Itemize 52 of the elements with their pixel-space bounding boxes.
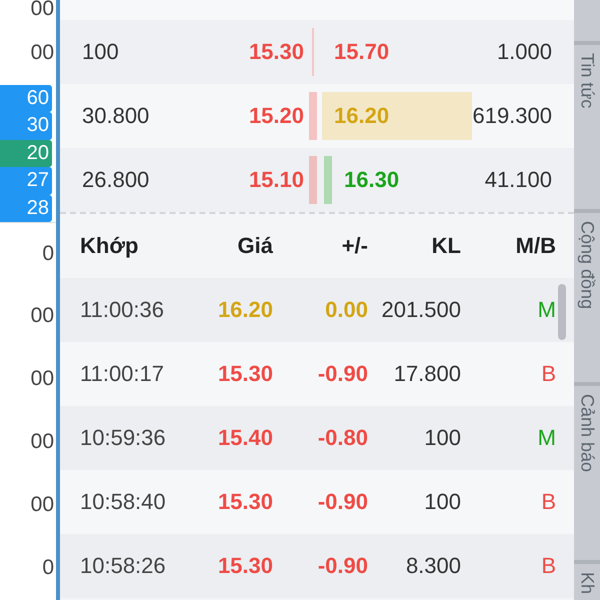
trade-side: M: [536, 297, 556, 323]
trade-time: 10:58:40: [80, 489, 167, 515]
trade-side: B: [540, 553, 556, 579]
trade-price: 15.30: [216, 489, 273, 515]
bid-volume: 100: [82, 39, 120, 65]
side-tab[interactable]: Cảnh báo: [574, 382, 600, 560]
price-change: -0.80: [316, 425, 368, 451]
ask-volume: 1.000: [496, 39, 552, 65]
trade-price: 15.30: [216, 553, 273, 579]
price-change: 0.00: [324, 297, 368, 323]
bid-price: 15.10: [248, 167, 304, 193]
bid-volume: 30.800: [82, 103, 150, 129]
price-badge: 28: [0, 194, 52, 222]
price-badge: 27: [0, 167, 52, 195]
trade-price: 16.20: [216, 297, 273, 323]
ask-volume: 619.300: [472, 103, 552, 129]
trade-time: 11:00:17: [80, 361, 166, 387]
price-badge: 20: [0, 140, 52, 168]
price-change: -0.90: [316, 489, 368, 515]
trade-time: 11:00:36: [80, 297, 166, 323]
bid-price: 15.30: [248, 39, 304, 65]
trade-volume: 8.300: [404, 553, 461, 579]
column-header: Khớp: [80, 233, 140, 259]
ask-price: 15.70: [333, 38, 390, 66]
scrollbar-thumb[interactable]: [558, 284, 566, 340]
trade-volume: 100: [423, 425, 461, 451]
side-tab[interactable]: Tin tức: [574, 41, 600, 210]
column-header: Giá: [236, 233, 273, 259]
trade-time: 10:58:26: [80, 553, 167, 579]
side-tab[interactable]: Cộng đồng: [574, 209, 600, 382]
column-header: +/-: [340, 233, 368, 259]
price-badge: 60: [0, 84, 52, 112]
trade-volume: 201.500: [380, 297, 461, 323]
ask-volume: 41.100: [484, 167, 552, 193]
column-header: M/B: [514, 233, 556, 259]
trade-side: B: [540, 489, 556, 515]
trade-side: B: [540, 361, 556, 387]
price-change: -0.90: [316, 553, 368, 579]
ask-price: 16.20: [322, 92, 472, 140]
side-tab[interactable]: Kh: [574, 560, 600, 600]
trade-time: 10:59:36: [80, 425, 167, 451]
bid-price: 15.20: [248, 103, 304, 129]
price-badge: 30: [0, 112, 52, 140]
trade-volume: 100: [423, 489, 461, 515]
bid-volume: 26.800: [82, 167, 150, 193]
trade-side: M: [536, 425, 556, 451]
trade-price: 15.30: [216, 361, 273, 387]
trade-price: 15.40: [216, 425, 273, 451]
price-change: -0.90: [316, 361, 368, 387]
trade-volume: 17.800: [392, 361, 461, 387]
column-header: KL: [430, 233, 461, 259]
ask-price: 16.30: [343, 166, 400, 194]
